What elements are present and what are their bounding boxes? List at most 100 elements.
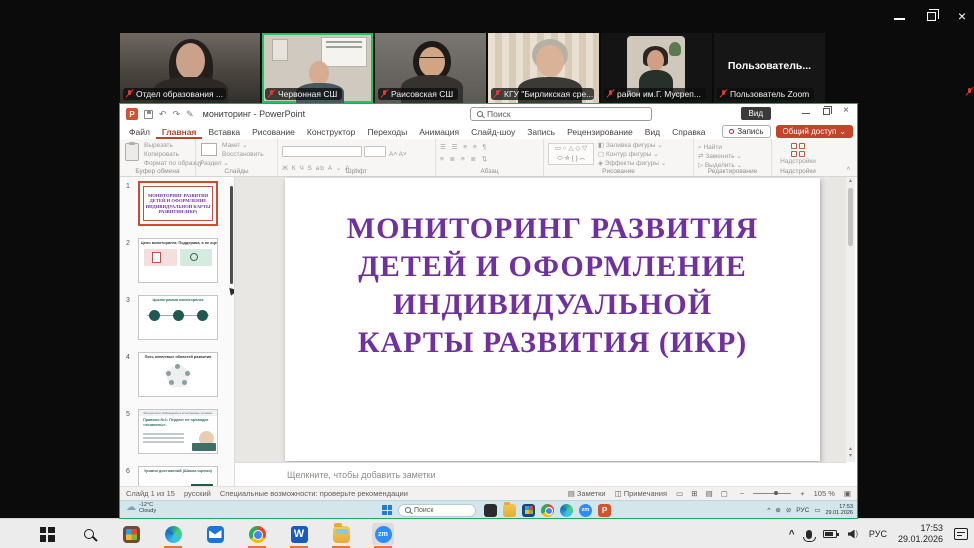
chrome-button[interactable]	[246, 523, 268, 548]
restore-icon[interactable]	[823, 105, 833, 115]
file-explorer-button[interactable]	[330, 522, 352, 548]
slide-thumbnail-2[interactable]: Цель мониторинга: Поддержка, а не оценка	[138, 238, 218, 283]
close-icon[interactable]: ×	[843, 106, 849, 116]
display-icon[interactable]: ▭	[814, 506, 820, 514]
taskbar-search[interactable]: Поиск	[398, 503, 476, 517]
taskbar-search-button[interactable]	[78, 523, 100, 545]
weather-widget[interactable]: ☁ -12°C Cloudy	[126, 502, 156, 514]
collapse-ribbon-icon[interactable]: ^	[847, 167, 850, 174]
participant-tile-active-speaker[interactable]: Червонная СШ	[262, 33, 373, 103]
task-view-icon[interactable]	[484, 503, 497, 517]
edge-icon[interactable]	[560, 503, 573, 517]
start-button[interactable]	[36, 523, 58, 545]
clock[interactable]: 17:53 29.01.2026	[825, 504, 853, 516]
save-icon[interactable]	[144, 109, 153, 119]
close-icon[interactable]: ×	[958, 9, 966, 23]
language-indicator[interactable]: русский	[184, 489, 211, 498]
scrollbar-thumb[interactable]	[848, 188, 853, 246]
network-icon[interactable]: ⊕	[775, 506, 780, 514]
redo-icon[interactable]: ↷	[173, 109, 181, 120]
powerpoint-logo-icon[interactable]: P	[126, 108, 138, 120]
language-indicator[interactable]: РУС	[796, 507, 809, 514]
tab-insert[interactable]: Вставка	[202, 124, 246, 139]
font-size-select[interactable]	[364, 146, 386, 158]
notification-center-icon[interactable]	[954, 528, 968, 540]
section-button[interactable]: Раздел ⌄	[200, 159, 273, 168]
notes-toggle[interactable]: ▤ Заметки	[568, 489, 606, 498]
restore-icon[interactable]	[926, 8, 939, 21]
word-button[interactable]: W	[288, 523, 310, 548]
share-button[interactable]: Общий доступ ⌄	[775, 125, 853, 138]
tab-home[interactable]: Главная	[156, 124, 203, 139]
participant-tile[interactable]: КГУ "Бирликская сре...	[488, 33, 599, 103]
comments-toggle[interactable]: ◫ Примечания	[615, 489, 667, 498]
mail-button[interactable]	[204, 523, 226, 545]
participant-tile[interactable]: Раисовская СШ	[375, 33, 486, 103]
tab-record[interactable]: Запись	[521, 124, 561, 139]
tab-file[interactable]: Файл	[123, 124, 156, 139]
zoom-app-button[interactable]: zm	[372, 523, 394, 548]
start-button[interactable]	[382, 505, 392, 515]
tab-help[interactable]: Справка	[666, 124, 711, 139]
slide-thumbnail-4[interactable]: Пять ключевых областей развития	[138, 352, 218, 397]
mute-icon[interactable]: ⊘	[786, 506, 791, 514]
file-explorer-icon[interactable]	[503, 501, 516, 517]
next-slide-icon[interactable]: ▾	[849, 453, 852, 460]
tab-view[interactable]: Вид	[639, 124, 666, 139]
edge-button[interactable]	[162, 523, 184, 548]
zoom-slider[interactable]	[753, 491, 792, 495]
zoom-view-options-button[interactable]: Вид	[740, 107, 771, 120]
paste-icon[interactable]	[125, 142, 139, 161]
participant-tile[interactable]: Отдел образования ...	[120, 33, 260, 103]
addins-icon[interactable]	[791, 143, 805, 157]
tab-slideshow[interactable]: Слайд-шоу	[465, 124, 521, 139]
view-buttons[interactable]: ▭ ⊞ ▤ ▢	[676, 489, 731, 498]
slide-thumbnail-1[interactable]: МОНИТОРИНГ РАЗВИТИЯ ДЕТЕЙ И ОФОРМЛЕНИЕ И…	[138, 181, 218, 226]
list-indent-icons[interactable]: ☰ ☰ ≡ ≡ ¶	[440, 143, 539, 152]
store-button[interactable]	[120, 523, 142, 545]
participant-tile-no-video[interactable]: Пользователь... Пользователь Zoom	[714, 33, 825, 103]
microphone-icon[interactable]	[803, 529, 817, 542]
hidden-icons-chevron[interactable]: ^	[789, 529, 795, 540]
font-grow-shrink-icons[interactable]: A˄ A˅	[389, 151, 407, 158]
speaker-icon[interactable]: )	[847, 529, 858, 539]
previous-slide-icon[interactable]: ▴	[849, 446, 852, 453]
touch-mode-icon[interactable]: ✎	[186, 109, 194, 120]
search-input[interactable]: Поиск	[470, 107, 652, 121]
tab-animations[interactable]: Анимация	[413, 124, 465, 139]
zoom-app-icon[interactable]: zm	[579, 503, 592, 517]
addins-button[interactable]: Надстройки	[776, 157, 820, 166]
record-button[interactable]: Запись	[722, 125, 771, 138]
tab-review[interactable]: Рецензирование	[561, 124, 639, 139]
zoom-level[interactable]: 105 %	[814, 489, 835, 498]
align-icons[interactable]: ≡ ≣ ≡ ≣ ⇅	[440, 155, 539, 164]
slide-thumbnail-3[interactable]: Циклограмма мониторинга	[138, 295, 218, 340]
notes-pane[interactable]: Щелкните, чтобы добавить заметки	[235, 462, 846, 486]
shapes-gallery[interactable]: ▭ ○ △ ◇ ▽ ⬭ ☆ { } ⌒	[548, 143, 594, 165]
minimize-icon[interactable]	[893, 18, 905, 20]
store-icon[interactable]	[522, 503, 535, 517]
zoom-out-icon[interactable]: −	[740, 489, 744, 498]
scroll-up-icon[interactable]: ▴	[849, 177, 852, 184]
powerpoint-icon[interactable]: P	[598, 503, 611, 517]
chrome-icon[interactable]	[541, 503, 554, 517]
language-indicator[interactable]: РУС	[869, 529, 887, 539]
clock[interactable]: 17:53 29.01.2026	[898, 523, 943, 545]
undo-icon[interactable]: ↶	[159, 109, 167, 120]
battery-icon[interactable]	[822, 530, 839, 538]
find-button[interactable]: ⌕ Найти	[698, 143, 767, 152]
tab-transitions[interactable]: Переходы	[361, 124, 413, 139]
slide-thumbnail-6[interactable]: Уровни достижений (Шкала оценки)	[138, 466, 218, 486]
accessibility-checker[interactable]: Специальные возможности: проверьте реком…	[220, 489, 408, 498]
zoom-in-icon[interactable]: +	[800, 489, 804, 498]
editor-scrollbar[interactable]: ▴ ▴ ▾	[846, 177, 855, 462]
minimize-icon[interactable]	[802, 112, 811, 115]
slide-title-textbox[interactable]: МОНИТОРИНГ РАЗВИТИЯ ДЕТЕЙ И ОФОРМЛЕНИЕ И…	[285, 210, 820, 362]
fit-slide-icon[interactable]: ▣	[844, 489, 851, 498]
replace-button[interactable]: ⇄ Заменить ⌄	[698, 152, 767, 161]
tab-draw[interactable]: Рисование	[246, 124, 301, 139]
current-slide-canvas[interactable]: МОНИТОРИНГ РАЗВИТИЯ ДЕТЕЙ И ОФОРМЛЕНИЕ И…	[285, 178, 820, 461]
participant-tile[interactable]: район им.Г. Мусреп...	[601, 33, 712, 103]
thumbnail-panel-scrollbar[interactable]	[230, 186, 233, 284]
tab-design[interactable]: Конструктор	[301, 124, 361, 139]
